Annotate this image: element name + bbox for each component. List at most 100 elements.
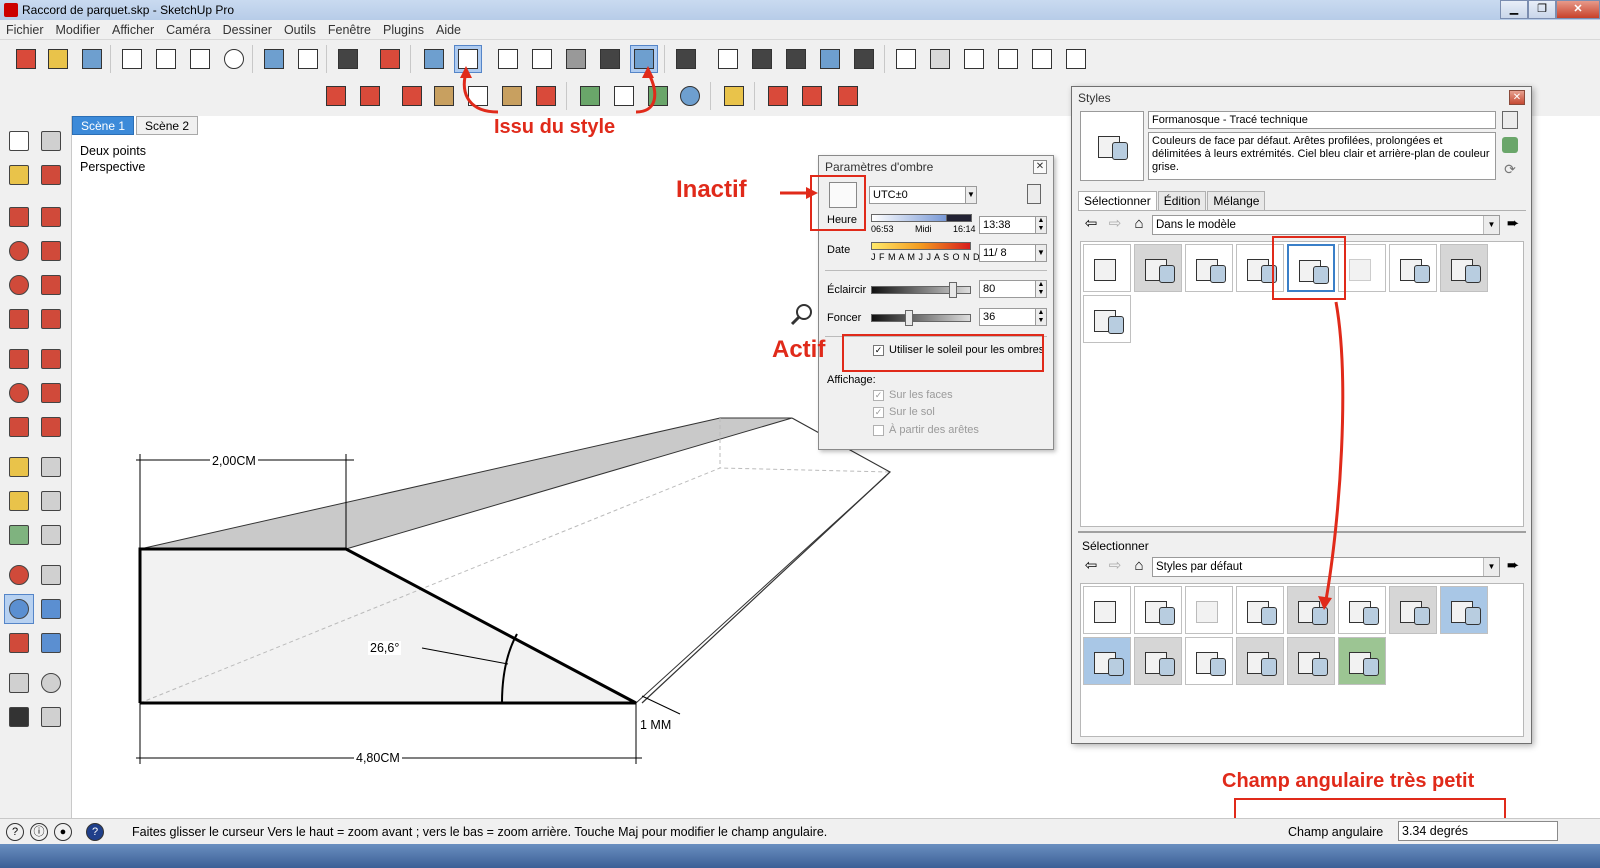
- refresh-icon[interactable]: ⟳: [1502, 161, 1518, 177]
- timezone-dropdown-icon[interactable]: ▼: [965, 186, 977, 204]
- select-tool[interactable]: [4, 126, 34, 156]
- rectangle-tool[interactable]: [4, 202, 34, 232]
- mirror-button[interactable]: [720, 82, 748, 110]
- copy-button[interactable]: [152, 45, 180, 73]
- 3d-text-tool[interactable]: [36, 520, 66, 550]
- look-around-tool[interactable]: [36, 668, 66, 698]
- follow-me-tool[interactable]: [36, 378, 66, 408]
- add-detail-button[interactable]: [498, 82, 526, 110]
- tape-measure-tool[interactable]: [4, 452, 34, 482]
- pan-tool[interactable]: [36, 560, 66, 590]
- redo-button[interactable]: [294, 45, 322, 73]
- sandbox-scratch-button[interactable]: [356, 82, 384, 110]
- section-display-button[interactable]: [782, 45, 810, 73]
- dimension-tool[interactable]: [36, 452, 66, 482]
- style-thumb[interactable]: [1287, 586, 1335, 634]
- push-pull-tool[interactable]: [36, 344, 66, 374]
- model-info-button[interactable]: [376, 45, 404, 73]
- paste-button[interactable]: [186, 45, 214, 73]
- arc2-tool[interactable]: [36, 304, 66, 334]
- left-view-button[interactable]: [1062, 45, 1090, 73]
- back-view-button[interactable]: [1028, 45, 1056, 73]
- style-thumb[interactable]: [1389, 586, 1437, 634]
- forward-arrow-icon[interactable]: ⇨: [1106, 215, 1124, 233]
- date-dropdown[interactable]: ▼: [1035, 244, 1047, 262]
- style-thumb[interactable]: [1236, 586, 1284, 634]
- position-camera-tool[interactable]: [4, 668, 34, 698]
- eraser-tool[interactable]: [36, 160, 66, 190]
- style-description-field[interactable]: Couleurs de face par défaut. Arêtes prof…: [1148, 132, 1496, 180]
- dark-spinner[interactable]: ▲ ▼: [1035, 308, 1047, 326]
- details-button[interactable]: [1502, 111, 1518, 129]
- style-thumb[interactable]: [1083, 637, 1131, 685]
- section-cuts-button[interactable]: [748, 45, 776, 73]
- sandbox-contours-button[interactable]: [322, 82, 350, 110]
- back-arrow-icon[interactable]: ⇦: [1082, 557, 1100, 575]
- back-arrow-icon[interactable]: ⇦: [1082, 215, 1100, 233]
- menu-afficher[interactable]: Afficher: [112, 23, 154, 37]
- on-ground-checkbox[interactable]: ✓: [873, 407, 884, 418]
- style-thumb[interactable]: [1185, 637, 1233, 685]
- zoom-extents-tool[interactable]: [4, 628, 34, 658]
- share-model-button[interactable]: [798, 82, 826, 110]
- new-file-button[interactable]: [12, 45, 40, 73]
- stamp-button[interactable]: [430, 82, 458, 110]
- date-input[interactable]: 11/ 8: [979, 244, 1037, 262]
- line-tool[interactable]: [36, 202, 66, 232]
- style-thumb[interactable]: [1134, 637, 1182, 685]
- style-thumb[interactable]: [1185, 586, 1233, 634]
- protractor-tool[interactable]: [4, 486, 34, 516]
- style-thumb[interactable]: [1236, 637, 1284, 685]
- hidden-line-button[interactable]: [528, 45, 556, 73]
- share-component-button[interactable]: [834, 82, 862, 110]
- shaded-textures-button[interactable]: [596, 45, 624, 73]
- dark-slider-thumb[interactable]: [905, 310, 913, 326]
- style-thumb[interactable]: [1134, 586, 1182, 634]
- help-icon[interactable]: ?: [86, 822, 104, 841]
- add-location-button[interactable]: [576, 82, 604, 110]
- monochrome-button[interactable]: [630, 45, 658, 73]
- style-thumb[interactable]: [1083, 244, 1131, 292]
- style-thumb[interactable]: [1083, 295, 1131, 343]
- menu-plugins[interactable]: Plugins: [383, 23, 424, 37]
- geolocation-icon[interactable]: ?: [6, 822, 24, 841]
- style-thumb[interactable]: [1440, 244, 1488, 292]
- axes-tool[interactable]: [4, 520, 34, 550]
- arc-tool[interactable]: [36, 270, 66, 300]
- menu-fenetre[interactable]: Fenêtre: [328, 23, 371, 37]
- menu-modifier[interactable]: Modifier: [56, 23, 100, 37]
- timezone-select[interactable]: UTC±0: [869, 186, 975, 204]
- shaded-button[interactable]: [562, 45, 590, 73]
- photo-textures-button[interactable]: [644, 82, 672, 110]
- maximize-button[interactable]: ❐: [1528, 0, 1556, 19]
- front-view-button[interactable]: [960, 45, 988, 73]
- polygon-tool[interactable]: [4, 270, 34, 300]
- section-fill-button[interactable]: [816, 45, 844, 73]
- orbit-tool[interactable]: [4, 560, 34, 590]
- flip-edge-button[interactable]: [532, 82, 560, 110]
- get-models-button[interactable]: [764, 82, 792, 110]
- open-button[interactable]: [44, 45, 72, 73]
- top-view-button[interactable]: [926, 45, 954, 73]
- details-arrow-icon[interactable]: ➨: [1504, 215, 1522, 233]
- move-tool[interactable]: [4, 344, 34, 374]
- iso-view-button[interactable]: [892, 45, 920, 73]
- tab-scene-1[interactable]: Scène 1: [72, 116, 135, 135]
- menu-aide[interactable]: Aide: [436, 23, 461, 37]
- home-icon[interactable]: ⌂: [1130, 215, 1148, 233]
- styles-panel-close-button[interactable]: ✕: [1509, 90, 1525, 105]
- from-edges-checkbox[interactable]: [873, 425, 884, 436]
- forward-arrow-icon[interactable]: ⇨: [1106, 557, 1124, 575]
- back-edges-button[interactable]: [454, 45, 482, 73]
- light-spinner[interactable]: ▲ ▼: [1035, 280, 1047, 298]
- section-plane-button[interactable]: [714, 45, 742, 73]
- zoom-window-tool[interactable]: [36, 594, 66, 624]
- component-tool[interactable]: [36, 126, 66, 156]
- home-icon[interactable]: ⌂: [1130, 557, 1148, 575]
- in-model-select[interactable]: Dans le modèle ▼: [1152, 215, 1500, 235]
- wireframe-button[interactable]: [494, 45, 522, 73]
- save-button[interactable]: [78, 45, 106, 73]
- style-thumb[interactable]: [1185, 244, 1233, 292]
- style-thumb[interactable]: [1083, 586, 1131, 634]
- section-outline-button[interactable]: [850, 45, 878, 73]
